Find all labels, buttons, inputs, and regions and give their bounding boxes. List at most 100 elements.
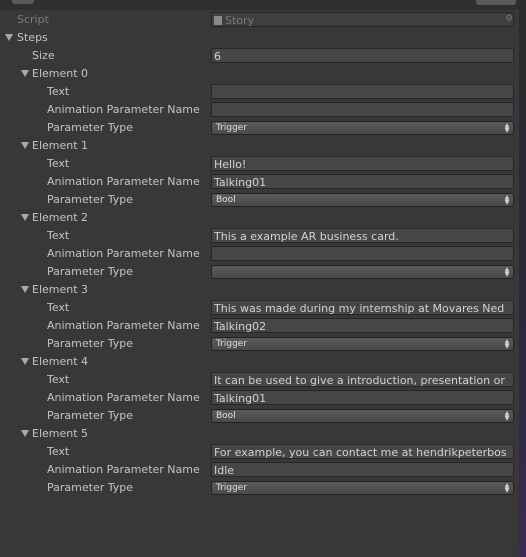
top-strip xyxy=(0,0,526,10)
header-button-left[interactable] xyxy=(12,0,34,4)
up-down-arrows-icon: ▲ ▼ xyxy=(504,122,510,134)
text-row: Text Hello! xyxy=(0,155,519,173)
element-label: Element 5 xyxy=(32,427,89,440)
element-foldout[interactable]: Element 2 xyxy=(0,209,519,227)
animation-row: Animation Parameter Name Idle xyxy=(0,461,519,479)
type-row: Parameter Type Trigger ▲ ▼ xyxy=(0,335,519,353)
animation-label: Animation Parameter Name xyxy=(47,247,200,260)
text-input[interactable]: This a example AR business card. xyxy=(211,228,514,243)
element-foldout[interactable]: Element 0 xyxy=(0,65,519,83)
animation-label: Animation Parameter Name xyxy=(47,103,200,116)
text-input[interactable]: Hello! xyxy=(211,156,514,171)
type-value: Trigger xyxy=(216,339,248,349)
type-value: Trigger xyxy=(216,123,248,133)
size-row: Size 6 xyxy=(0,47,519,65)
type-row: Parameter Type ▲ ▼ xyxy=(0,263,519,281)
type-label: Parameter Type xyxy=(47,193,133,206)
type-dropdown[interactable]: ▲ ▼ xyxy=(211,265,514,279)
text-row: Text xyxy=(0,83,519,101)
type-row: Parameter Type Trigger ▲ ▼ xyxy=(0,479,519,497)
type-dropdown[interactable]: Bool ▲ ▼ xyxy=(211,193,514,207)
type-row: Parameter Type Trigger ▲ ▼ xyxy=(0,119,519,137)
up-down-arrows-icon: ▲ ▼ xyxy=(504,410,510,422)
text-value: For example, you can contact me at hendr… xyxy=(214,446,507,459)
script-field: Story xyxy=(211,12,514,27)
size-label: Size xyxy=(32,49,55,62)
element-foldout[interactable]: Element 4 xyxy=(0,353,519,371)
element-foldout[interactable]: Element 5 xyxy=(0,425,519,443)
animation-label: Animation Parameter Name xyxy=(47,175,200,188)
script-row: Script Story ⚙ xyxy=(0,11,519,29)
script-value: Story xyxy=(225,14,255,27)
up-down-arrows-icon: ▲ ▼ xyxy=(504,266,510,278)
animation-row: Animation Parameter Name Talking01 xyxy=(0,389,519,407)
element-foldout[interactable]: Element 1 xyxy=(0,137,519,155)
triangle-down-icon[interactable] xyxy=(21,70,29,77)
animation-value: Talking01 xyxy=(214,176,267,189)
type-value: Bool xyxy=(216,195,236,205)
triangle-down-icon[interactable] xyxy=(21,142,29,149)
up-down-arrows-icon: ▲ ▼ xyxy=(504,338,510,350)
text-row: Text This was made during my internship … xyxy=(0,299,519,317)
animation-value: Talking02 xyxy=(214,320,267,333)
type-dropdown[interactable]: Trigger ▲ ▼ xyxy=(211,481,514,495)
type-label: Parameter Type xyxy=(47,265,133,278)
animation-input[interactable]: Talking01 xyxy=(211,174,514,189)
element-label: Element 3 xyxy=(32,283,89,296)
steps-label: Steps xyxy=(17,31,48,44)
type-label: Parameter Type xyxy=(47,409,133,422)
triangle-down-icon[interactable] xyxy=(5,34,13,41)
animation-row: Animation Parameter Name Talking02 xyxy=(0,317,519,335)
size-value: 6 xyxy=(214,50,221,63)
animation-input[interactable] xyxy=(211,246,514,261)
element-label: Element 2 xyxy=(32,211,89,224)
animation-row: Animation Parameter Name Talking01 xyxy=(0,173,519,191)
animation-input[interactable]: Idle xyxy=(211,462,514,477)
text-input[interactable]: For example, you can contact me at hendr… xyxy=(211,444,514,459)
text-input[interactable] xyxy=(211,84,514,99)
animation-label: Animation Parameter Name xyxy=(47,463,200,476)
text-input[interactable]: This was made during my internship at Mo… xyxy=(211,300,514,315)
text-value: It can be used to give a introduction, p… xyxy=(214,374,505,387)
script-file-icon xyxy=(214,16,222,25)
animation-value: Idle xyxy=(214,464,235,477)
text-label: Text xyxy=(47,85,70,98)
text-input[interactable]: It can be used to give a introduction, p… xyxy=(211,372,514,387)
text-value: Hello! xyxy=(214,158,247,171)
triangle-down-icon[interactable] xyxy=(21,358,29,365)
animation-label: Animation Parameter Name xyxy=(47,319,200,332)
text-value: This a example AR business card. xyxy=(214,230,399,243)
steps-foldout[interactable]: Steps xyxy=(0,29,519,47)
triangle-down-icon[interactable] xyxy=(21,430,29,437)
up-down-arrows-icon: ▲ ▼ xyxy=(504,194,510,206)
animation-input[interactable]: Talking01 xyxy=(211,390,514,405)
type-label: Parameter Type xyxy=(47,121,133,134)
type-dropdown[interactable]: Trigger ▲ ▼ xyxy=(211,121,514,135)
header-button-right[interactable] xyxy=(476,0,516,5)
animation-input[interactable]: Talking02 xyxy=(211,318,514,333)
triangle-down-icon[interactable] xyxy=(21,286,29,293)
type-dropdown[interactable]: Trigger ▲ ▼ xyxy=(211,337,514,351)
text-label: Text xyxy=(47,373,70,386)
animation-row: Animation Parameter Name xyxy=(0,245,519,263)
type-row: Parameter Type Bool ▲ ▼ xyxy=(0,407,519,425)
type-row: Parameter Type Bool ▲ ▼ xyxy=(0,191,519,209)
animation-input[interactable] xyxy=(211,102,514,117)
text-label: Text xyxy=(47,229,70,242)
gear-icon[interactable]: ⚙ xyxy=(504,14,514,24)
window-edge xyxy=(519,0,526,557)
text-label: Text xyxy=(47,445,70,458)
up-down-arrows-icon: ▲ ▼ xyxy=(504,482,510,494)
type-dropdown[interactable]: Bool ▲ ▼ xyxy=(211,409,514,423)
type-value: Trigger xyxy=(216,483,248,493)
element-foldout[interactable]: Element 3 xyxy=(0,281,519,299)
text-label: Text xyxy=(47,301,70,314)
triangle-down-icon[interactable] xyxy=(21,214,29,221)
element-label: Element 1 xyxy=(32,139,89,152)
element-label: Element 4 xyxy=(32,355,89,368)
size-input[interactable]: 6 xyxy=(211,48,514,63)
animation-label: Animation Parameter Name xyxy=(47,391,200,404)
text-value: This was made during my internship at Mo… xyxy=(214,302,505,315)
script-label: Script xyxy=(17,13,49,26)
element-label: Element 0 xyxy=(32,67,89,80)
